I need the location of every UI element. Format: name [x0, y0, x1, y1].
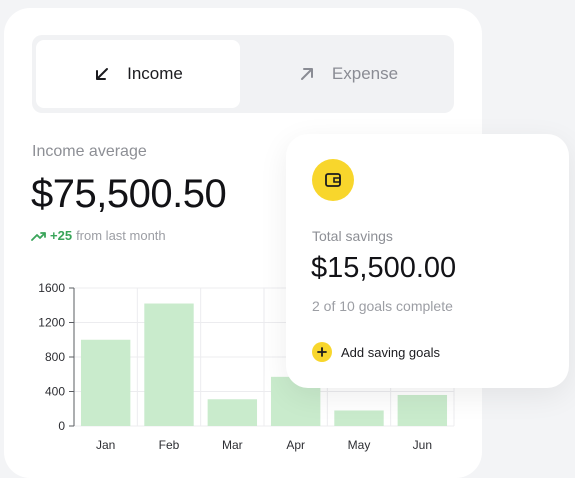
y-tick-label: 0: [58, 419, 65, 433]
y-tick-label: 1600: [38, 281, 65, 295]
bar-mar: [207, 399, 258, 426]
x-tick-label: Jun: [413, 438, 432, 452]
arrow-up-right-icon: [300, 68, 313, 80]
y-tick-label: 800: [45, 350, 65, 364]
trend-delta: +25: [50, 228, 73, 243]
tab-income-label: Income: [127, 64, 183, 83]
bar-jun: [397, 394, 448, 426]
x-tick-label: Jan: [96, 438, 115, 452]
income-average-value: $75,500.50: [31, 172, 227, 216]
income-average-label: Income average: [32, 143, 147, 160]
tab-expense[interactable]: Expense: [246, 40, 450, 108]
bar-jan: [80, 339, 131, 426]
wallet-badge: [312, 159, 354, 201]
plus-icon: [317, 347, 327, 357]
x-tick-label: May: [348, 438, 371, 452]
trend-text: from last month: [76, 228, 166, 243]
total-savings-label: Total savings: [312, 228, 393, 244]
trending-up-icon: [31, 231, 46, 241]
bar-feb: [144, 303, 194, 426]
plus-badge: [312, 342, 332, 362]
goals-progress-text: 2 of 10 goals complete: [312, 298, 453, 314]
wallet-icon: [325, 173, 341, 187]
y-tick-label: 400: [45, 385, 65, 399]
add-saving-goals-label: Add saving goals: [341, 344, 441, 360]
trend-indicator: +25 from last month: [31, 228, 166, 243]
y-tick-label: 1200: [38, 316, 65, 330]
bar-may: [334, 410, 384, 426]
x-tick-label: Apr: [286, 438, 305, 452]
income-expense-toggle: Income Expense: [32, 35, 454, 113]
x-tick-label: Mar: [222, 438, 243, 452]
total-savings-card: Total savings $15,500.00 2 of 10 goals c…: [286, 134, 569, 388]
tab-income[interactable]: Income: [36, 40, 240, 108]
total-savings-value: $15,500.00: [311, 252, 457, 284]
tab-expense-label: Expense: [331, 64, 399, 83]
add-saving-goals-button[interactable]: Add saving goals: [312, 342, 440, 362]
arrow-down-left-icon: [96, 68, 109, 80]
x-tick-label: Feb: [159, 438, 180, 452]
